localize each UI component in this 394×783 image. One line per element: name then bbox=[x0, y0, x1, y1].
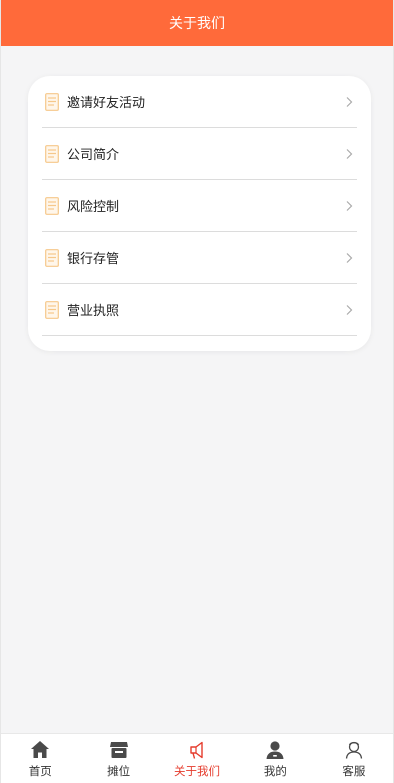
user-icon bbox=[264, 739, 286, 761]
tab-customer-service[interactable]: 客服 bbox=[315, 734, 393, 783]
chevron-right-icon bbox=[346, 96, 353, 107]
menu-item-bank-custody[interactable]: 银行存管 bbox=[42, 232, 357, 284]
tab-mine[interactable]: 我的 bbox=[236, 734, 314, 783]
chevron-right-icon bbox=[346, 252, 353, 263]
menu-item-label: 公司简介 bbox=[67, 148, 120, 163]
document-icon bbox=[44, 144, 60, 164]
menu-item-label: 风险控制 bbox=[67, 200, 120, 215]
page: 关于我们 邀请好友活动 公司简介 风险控制 银行存管 营业执照 首页 摊位 关于… bbox=[0, 0, 394, 783]
document-icon bbox=[44, 248, 60, 268]
customer-service-icon bbox=[343, 739, 365, 761]
menu-item-risk-control[interactable]: 风险控制 bbox=[42, 180, 357, 232]
chevron-right-icon bbox=[346, 148, 353, 159]
chevron-right-icon bbox=[346, 200, 353, 211]
chevron-right-icon bbox=[346, 304, 353, 315]
tab-home[interactable]: 首页 bbox=[1, 734, 79, 783]
bottom-tab-bar: 首页 摊位 关于我们 我的 客服 bbox=[1, 733, 393, 783]
store-icon bbox=[108, 739, 130, 761]
document-icon bbox=[44, 300, 60, 320]
tab-label: 关于我们 bbox=[174, 763, 221, 778]
menu-item-label: 银行存管 bbox=[67, 252, 120, 267]
tab-label: 摊位 bbox=[107, 763, 131, 778]
menu-item-invite-friends[interactable]: 邀请好友活动 bbox=[42, 76, 357, 128]
tab-label: 首页 bbox=[28, 763, 52, 778]
tab-about-us[interactable]: 关于我们 bbox=[158, 734, 236, 783]
about-menu-card: 邀请好友活动 公司简介 风险控制 银行存管 营业执照 bbox=[28, 76, 371, 351]
page-title: 关于我们 bbox=[169, 16, 225, 32]
home-icon bbox=[29, 739, 51, 761]
document-icon bbox=[44, 92, 60, 112]
document-icon bbox=[44, 196, 60, 216]
menu-item-label: 营业执照 bbox=[67, 304, 120, 319]
tab-stall[interactable]: 摊位 bbox=[79, 734, 157, 783]
top-bar: 关于我们 bbox=[1, 0, 393, 46]
menu-item-label: 邀请好友活动 bbox=[67, 96, 146, 111]
megaphone-icon bbox=[186, 739, 208, 761]
menu-item-business-license[interactable]: 营业执照 bbox=[42, 284, 357, 336]
menu-item-company-intro[interactable]: 公司简介 bbox=[42, 128, 357, 180]
tab-label: 客服 bbox=[342, 763, 366, 778]
tab-label: 我的 bbox=[263, 763, 287, 778]
